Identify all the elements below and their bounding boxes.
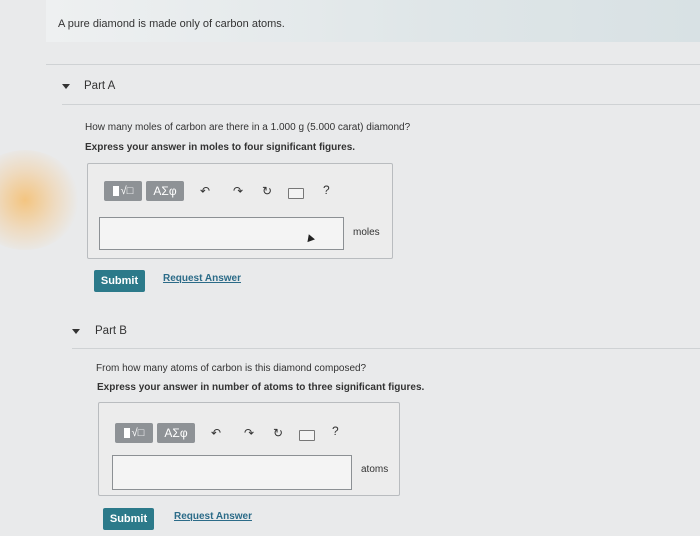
part-b-unit: atoms: [361, 464, 389, 475]
templates-button[interactable]: √□: [115, 423, 153, 443]
part-a-unit: moles: [353, 227, 380, 238]
part-a-answer-box: √□ ΑΣφ ↶ ↷ ↻ ? moles: [87, 163, 393, 259]
part-b-label[interactable]: Part B: [95, 325, 127, 337]
help-icon[interactable]: ?: [323, 183, 330, 197]
part-b-instruction: Express your answer in number of atoms t…: [97, 382, 425, 393]
undo-icon[interactable]: ↶: [198, 184, 212, 198]
template-block-icon: [123, 428, 130, 438]
undo-icon[interactable]: ↶: [209, 426, 223, 440]
divider: [46, 64, 700, 65]
part-a-label[interactable]: Part A: [84, 80, 115, 92]
divider: [72, 348, 700, 349]
redo-icon[interactable]: ↷: [231, 184, 245, 198]
greek-symbols-button[interactable]: ΑΣφ: [157, 423, 195, 443]
sqrt-template-icon: √□: [120, 185, 134, 197]
part-b-question: From how many atoms of carbon is this di…: [96, 363, 367, 374]
part-a-request-answer-link[interactable]: Request Answer: [163, 273, 241, 284]
part-a-instruction: Express your answer in moles to four sig…: [85, 142, 356, 153]
help-icon[interactable]: ?: [332, 424, 339, 438]
greek-symbols-button[interactable]: ΑΣφ: [146, 181, 184, 201]
part-a-submit-button[interactable]: Submit: [94, 270, 145, 292]
template-block-icon: [112, 186, 119, 196]
divider: [62, 104, 700, 105]
reset-icon[interactable]: ↻: [260, 184, 274, 198]
part-a-question: How many moles of carbon are there in a …: [85, 122, 411, 133]
part-b-answer-input[interactable]: [112, 455, 352, 490]
part-b-submit-button[interactable]: Submit: [103, 508, 154, 530]
templates-button[interactable]: √□: [104, 181, 142, 201]
keyboard-icon[interactable]: [288, 188, 304, 199]
redo-icon[interactable]: ↷: [242, 426, 256, 440]
sqrt-template-icon: √□: [131, 427, 145, 439]
caret-down-icon[interactable]: [72, 329, 80, 334]
intro-text: A pure diamond is made only of carbon at…: [58, 18, 285, 30]
part-b-request-answer-link[interactable]: Request Answer: [174, 511, 252, 522]
part-b-answer-box: √□ ΑΣφ ↶ ↷ ↻ ? atoms: [98, 402, 400, 496]
keyboard-icon[interactable]: [299, 430, 315, 441]
caret-down-icon[interactable]: [62, 84, 70, 89]
reset-icon[interactable]: ↻: [271, 426, 285, 440]
screen-glare: [0, 150, 80, 250]
